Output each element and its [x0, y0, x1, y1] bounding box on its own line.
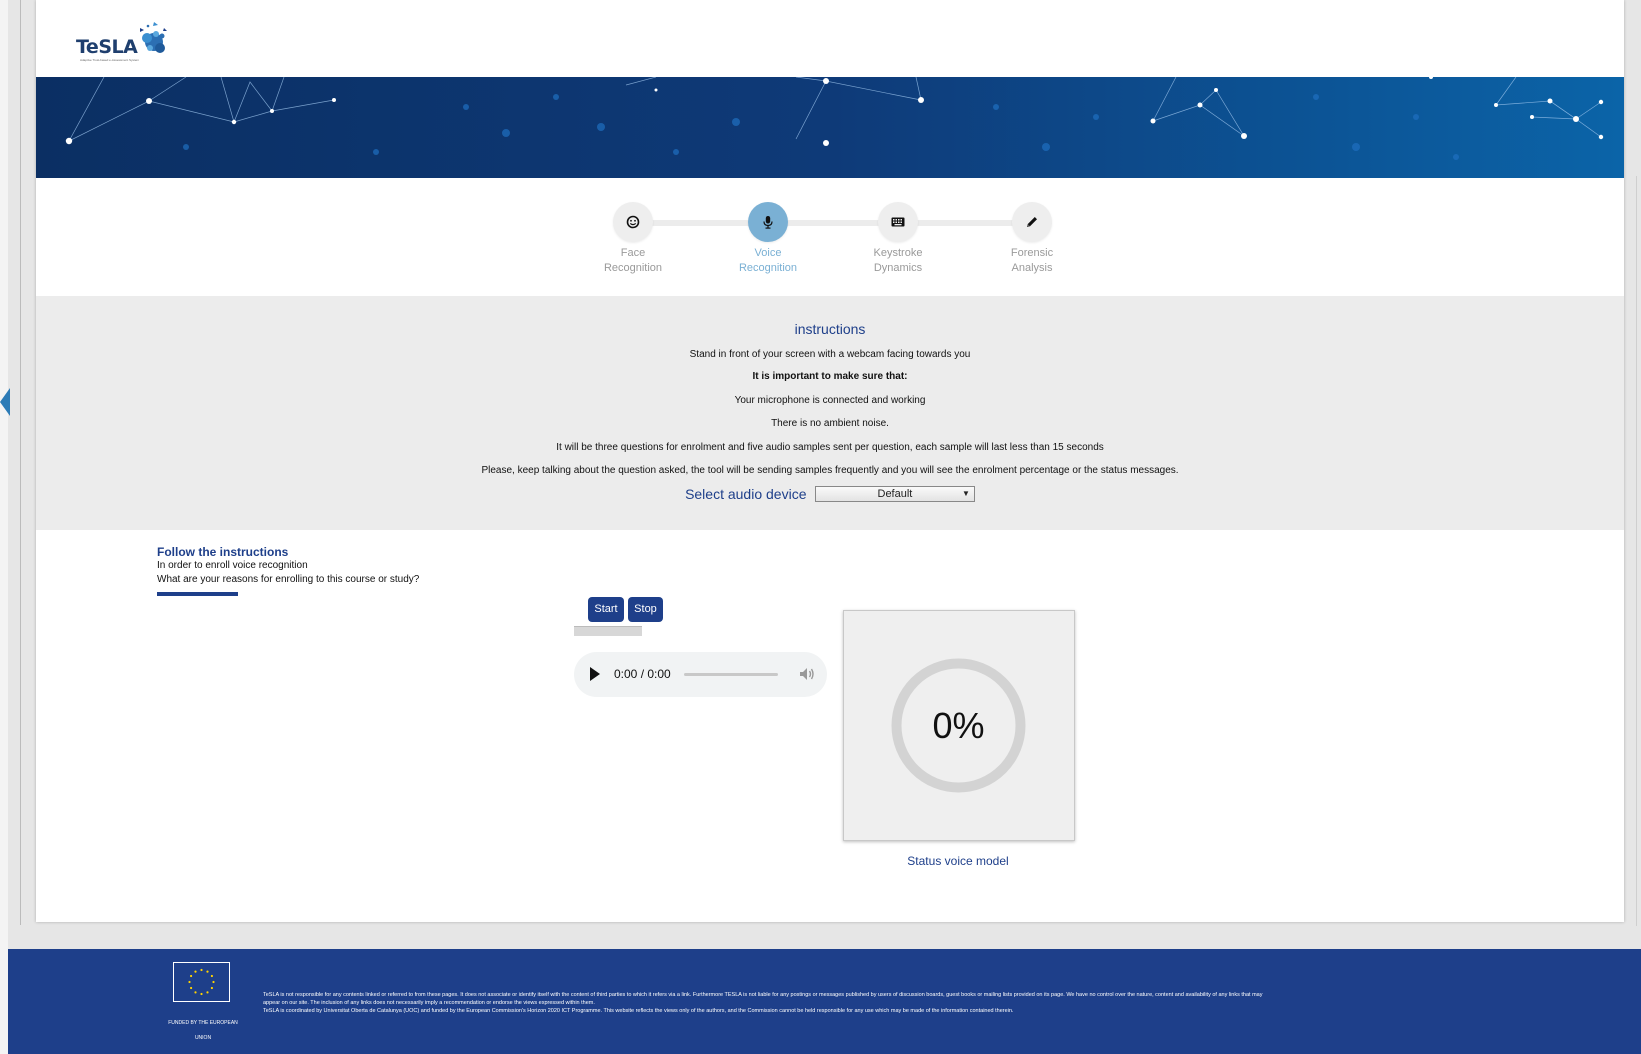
volume-icon[interactable]: [798, 665, 816, 683]
pencil-icon: [1012, 202, 1052, 242]
logo-text: TeSLA: [76, 36, 138, 58]
instructions-title: instructions: [794, 321, 866, 337]
eu-caption-line1: FUNDED BY THE EUROPEAN: [168, 1020, 238, 1026]
stop-button[interactable]: Stop: [628, 597, 663, 622]
step-label-line1: Voice: [754, 247, 782, 259]
recording-progress-bar: [574, 626, 642, 636]
instruction-line: Stand in front of your screen with a web…: [689, 349, 971, 360]
instruction-line: Your microphone is connected and working: [734, 395, 926, 406]
step-label-line1: Forensic: [1010, 247, 1054, 259]
step-label-line1: Keystroke: [873, 247, 923, 259]
enrollment-steps: Face Recognition Voice Recognition Keystro…: [36, 178, 1624, 296]
eu-caption-line2: UNION: [194, 1035, 212, 1041]
start-button[interactable]: Start: [588, 597, 624, 622]
left-rail: [0, 0, 8, 1054]
status-voice-model-box: 0%: [843, 610, 1075, 841]
audio-device-label: Select audio device: [685, 485, 807, 502]
logo-tagline: Adaptive Trust-based e-Assessment System: [80, 58, 140, 62]
eu-funding-caption: FUNDED BY THE EUROPEAN UNION: [158, 1016, 248, 1046]
progress-ring: 0%: [891, 658, 1026, 793]
disclaimer-line: TeSLA is not responsible for any content…: [263, 992, 1263, 998]
follow-instructions: Follow the instructions In order to enro…: [157, 545, 419, 596]
step-face-recognition[interactable]: Face Recognition: [583, 202, 683, 276]
follow-title: Follow the instructions: [157, 545, 289, 559]
instruction-line: It will be three questions for enrolment…: [556, 442, 1104, 453]
footer-disclaimer: TeSLA is not responsible for any content…: [263, 991, 1533, 1015]
step-label-line2: Recognition: [603, 262, 663, 274]
follow-underline: [157, 592, 238, 596]
instruction-line: It is important to make sure that:: [752, 371, 908, 382]
disclaimer-line: TeSLA is coordinated by Universitat Ober…: [263, 1008, 1014, 1014]
step-voice-recognition[interactable]: Voice Recognition: [718, 202, 818, 276]
left-divider: [20, 0, 21, 925]
follow-line: In order to enroll voice recognition: [157, 560, 308, 571]
step-keystroke-dynamics[interactable]: Keystroke Dynamics: [848, 202, 948, 276]
step-forensic-analysis[interactable]: Forensic Analysis: [982, 202, 1082, 276]
page-panel: TeSLA Adaptive Trust-based e-Assessment …: [36, 0, 1624, 922]
status-percent: 0%: [932, 705, 985, 746]
step-label-line1: Face: [620, 247, 646, 259]
collapse-left-arrow-icon[interactable]: [0, 388, 10, 416]
instruction-line: Please, keep talking about the question …: [481, 465, 1179, 476]
disclaimer-line: appear on our site. The inclusion of any…: [263, 1000, 595, 1006]
audio-player: 0:00 / 0:00: [574, 652, 827, 697]
logo-mark-icon: [140, 22, 167, 53]
header: TeSLA Adaptive Trust-based e-Assessment …: [36, 0, 1624, 77]
tesla-logo[interactable]: TeSLA Adaptive Trust-based e-Assessment …: [76, 18, 167, 62]
dropdown-arrow-icon: ▼: [962, 488, 970, 498]
footer: FUNDED BY THE EUROPEAN UNION TeSLA is no…: [8, 949, 1641, 1054]
audio-device-row: Select audio device Default ▼: [36, 485, 1624, 503]
right-divider: [1636, 176, 1637, 926]
keyboard-icon: [878, 202, 918, 242]
eu-flag-icon: [173, 962, 230, 1002]
audio-time: 0:00 / 0:00: [614, 667, 671, 681]
step-label-line2: Recognition: [738, 262, 798, 274]
header-banner: [36, 77, 1624, 178]
step-label-line2: Dynamics: [873, 262, 923, 274]
status-label: Status voice model: [907, 854, 1009, 868]
instruction-line: There is no ambient noise.: [771, 418, 889, 429]
audio-device-select[interactable]: Default ▼: [814, 485, 975, 502]
step-label-line2: Analysis: [1011, 262, 1053, 274]
play-icon[interactable]: [590, 667, 600, 681]
instructions-panel: instructions Stand in front of your scre…: [36, 296, 1624, 530]
smiley-icon: [613, 202, 653, 242]
audio-device-value: Default: [877, 487, 913, 500]
audio-seek-bar[interactable]: [684, 673, 778, 676]
microphone-icon: [748, 202, 788, 242]
question-text: What are your reasons for enrolling to t…: [157, 574, 420, 585]
